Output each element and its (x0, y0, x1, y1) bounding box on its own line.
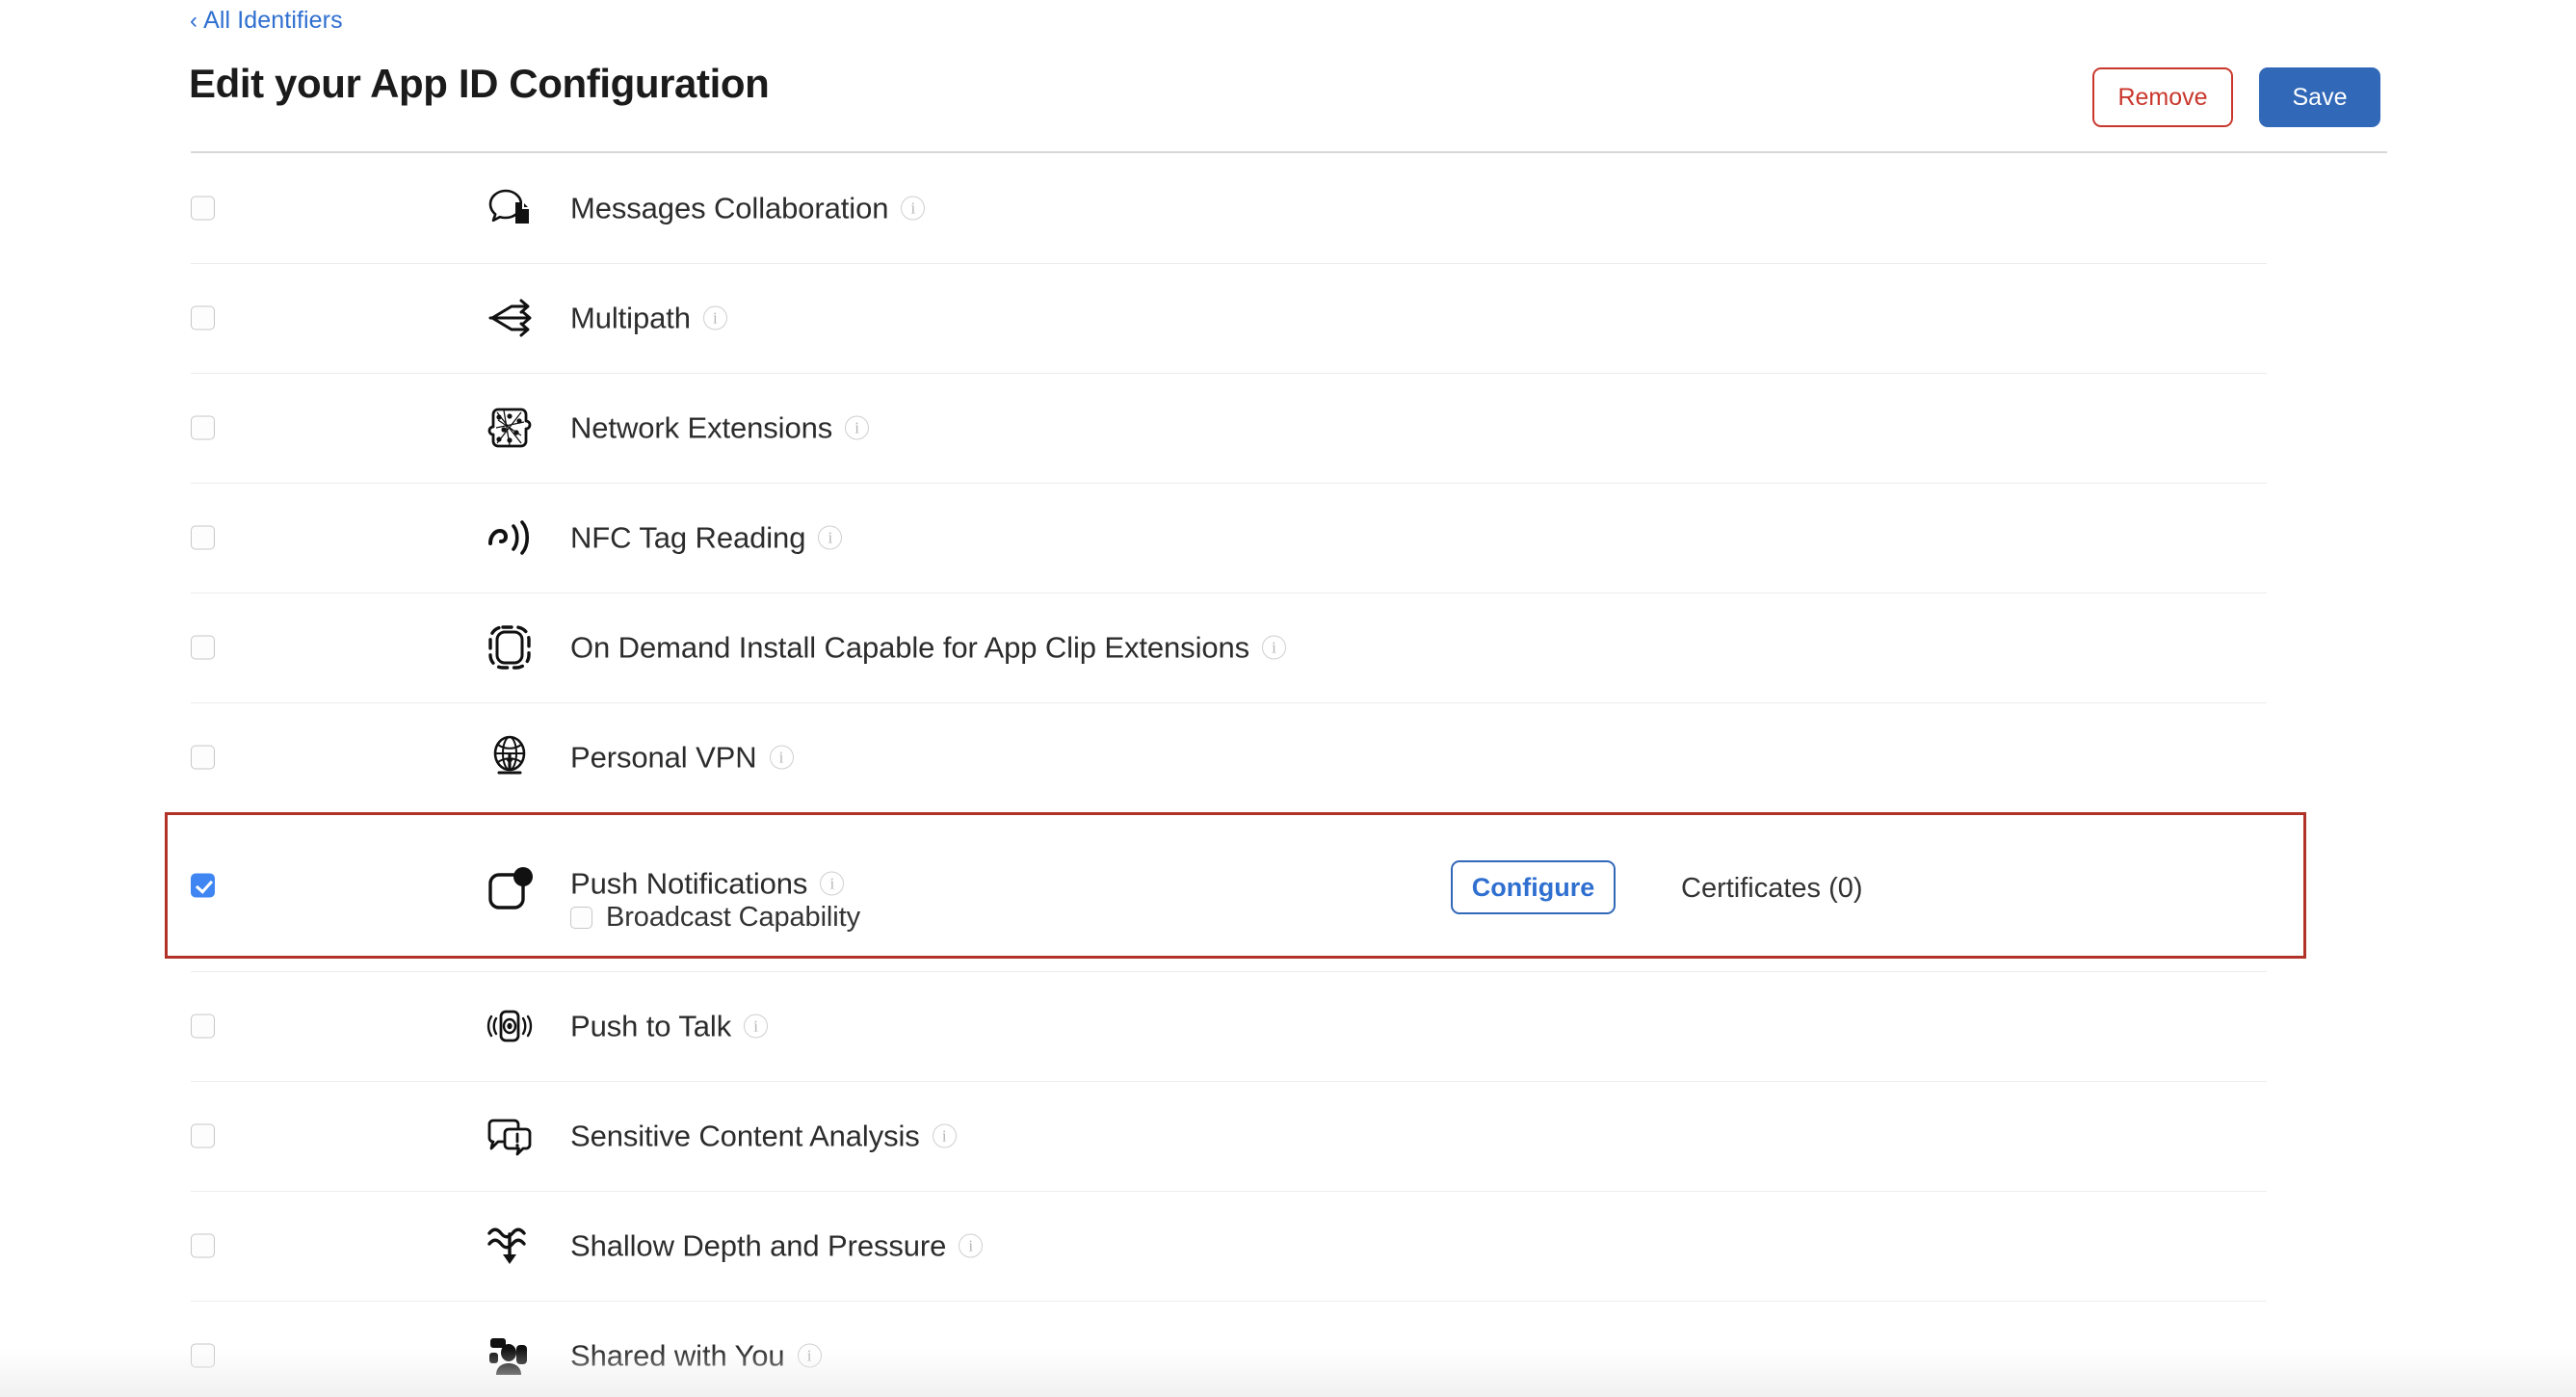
row-divider (191, 971, 2267, 972)
table-row[interactable]: Messages Collaboration i (0, 153, 2576, 263)
table-row[interactable]: On Demand Install Capable for App Clip E… (0, 593, 2576, 702)
capability-checkbox[interactable] (191, 1233, 215, 1258)
table-row-push-notifications[interactable]: Push Notifications i (0, 812, 2576, 971)
capability-checkbox-cell[interactable] (191, 745, 215, 770)
capability-label: NFC Tag Reading (570, 520, 806, 555)
info-icon[interactable]: i (845, 415, 870, 440)
broadcast-capability-label: Broadcast Capability (606, 902, 860, 933)
capability-checkbox[interactable] (191, 415, 215, 440)
capability-checkbox[interactable] (191, 305, 215, 330)
row-divider (191, 1081, 2267, 1082)
push-notifications-checkbox[interactable] (191, 873, 215, 898)
breadcrumb-label: All Identifiers (203, 7, 343, 34)
capability-label-cell: Sensitive Content Analysis i (570, 1121, 957, 1151)
table-row[interactable]: NFC Tag Reading i (0, 483, 2576, 593)
header-actions: Remove Save (2092, 67, 2380, 127)
network-extensions-icon (482, 400, 538, 456)
row-divider (191, 1191, 2267, 1192)
capability-checkbox-cell[interactable] (191, 1123, 215, 1148)
capability-label-cell: On Demand Install Capable for App Clip E… (570, 630, 1287, 665)
capability-checkbox-cell[interactable] (191, 525, 215, 550)
capability-checkbox-cell[interactable] (191, 196, 215, 221)
capability-label-cell: Personal VPN i (570, 743, 794, 773)
capability-checkbox[interactable] (191, 745, 215, 770)
capability-label: Push to Talk (570, 1009, 732, 1043)
info-icon[interactable]: i (820, 871, 845, 896)
save-button[interactable]: Save (2259, 67, 2380, 127)
capability-label: Shallow Depth and Pressure (570, 1228, 947, 1263)
messages-collaboration-icon (482, 180, 538, 236)
app-id-configuration-page: ‹ All Identifiers Edit your App ID Confi… (0, 0, 2576, 1397)
row-divider (191, 1301, 2267, 1302)
row-divider (191, 373, 2267, 374)
app-clip-icon (482, 619, 538, 675)
push-notifications-checkbox-cell[interactable] (191, 873, 215, 898)
capability-label-cell: Shallow Depth and Pressure i (570, 1228, 984, 1263)
multipath-icon (482, 290, 538, 346)
capability-label-cell: Push to Talk i (570, 1009, 769, 1043)
capability-label-cell: NFC Tag Reading i (570, 520, 843, 555)
broadcast-capability-option[interactable]: Broadcast Capability (570, 904, 860, 932)
push-notifications-icon (482, 862, 538, 918)
capability-label: Network Extensions (570, 410, 833, 445)
remove-button[interactable]: Remove (2092, 67, 2233, 127)
row-divider (191, 483, 2267, 484)
info-icon[interactable]: i (818, 525, 843, 550)
table-row[interactable]: Sensitive Content Analysis i (0, 1081, 2576, 1191)
table-row[interactable]: Personal VPN i (0, 702, 2576, 812)
info-icon[interactable]: i (769, 745, 794, 770)
capabilities-list: Messages Collaboration i Multipath i Net… (0, 153, 2576, 1397)
row-divider (191, 263, 2267, 264)
info-icon[interactable]: i (932, 1123, 957, 1148)
push-to-talk-icon (482, 998, 538, 1054)
capability-label: Messages Collaboration (570, 191, 889, 225)
capability-label-cell: Shared with You i (570, 1341, 822, 1371)
info-icon[interactable]: i (1262, 635, 1287, 660)
capability-label: Personal VPN (570, 740, 757, 775)
capability-checkbox[interactable] (191, 635, 215, 660)
capability-label: Push Notifications (570, 866, 808, 901)
table-row[interactable]: Network Extensions i (0, 373, 2576, 483)
capability-checkbox[interactable] (191, 1343, 215, 1368)
capability-checkbox-cell[interactable] (191, 1014, 215, 1039)
info-icon[interactable]: i (901, 196, 926, 221)
sensitive-content-analysis-icon (482, 1108, 538, 1164)
shallow-depth-pressure-icon (482, 1218, 538, 1274)
capability-checkbox-cell[interactable] (191, 635, 215, 660)
capability-checkbox[interactable] (191, 1014, 215, 1039)
personal-vpn-icon (482, 729, 538, 785)
push-notifications-label-cell: Push Notifications i (570, 866, 845, 901)
capability-checkbox-cell[interactable] (191, 305, 215, 330)
capability-label-cell: Multipath i (570, 303, 727, 333)
table-row[interactable]: Shared with You i (0, 1301, 2576, 1397)
certificates-count-label: Certificates (0) (1681, 873, 1863, 904)
capability-checkbox-cell[interactable] (191, 415, 215, 440)
info-icon[interactable]: i (797, 1343, 822, 1368)
capability-checkbox[interactable] (191, 196, 215, 221)
capability-checkbox-cell[interactable] (191, 1233, 215, 1258)
capability-checkbox-cell[interactable] (191, 1343, 215, 1368)
page-title: Edit your App ID Configuration (189, 61, 770, 106)
table-row[interactable]: Shallow Depth and Pressure i (0, 1191, 2576, 1301)
capability-label: Multipath (570, 301, 691, 335)
capability-label: On Demand Install Capable for App Clip E… (570, 630, 1250, 665)
capability-label-cell: Messages Collaboration i (570, 191, 926, 225)
configure-button[interactable]: Configure (1451, 860, 1616, 914)
breadcrumb-all-identifiers[interactable]: ‹ All Identifiers (190, 7, 343, 35)
table-row[interactable]: Push to Talk i (0, 971, 2576, 1081)
chevron-left-icon: ‹ (190, 8, 198, 34)
capability-checkbox[interactable] (191, 525, 215, 550)
nfc-tag-reading-icon (482, 510, 538, 566)
broadcast-capability-checkbox[interactable] (570, 907, 592, 929)
capability-checkbox[interactable] (191, 1123, 215, 1148)
capability-label: Sensitive Content Analysis (570, 1119, 920, 1153)
info-icon[interactable]: i (702, 305, 727, 330)
table-row[interactable]: Multipath i (0, 263, 2576, 373)
shared-with-you-icon (482, 1328, 538, 1384)
info-icon[interactable]: i (959, 1233, 984, 1258)
capability-label-cell: Network Extensions i (570, 410, 870, 445)
row-divider (191, 702, 2267, 703)
capability-label: Shared with You (570, 1338, 785, 1373)
info-icon[interactable]: i (744, 1014, 769, 1039)
